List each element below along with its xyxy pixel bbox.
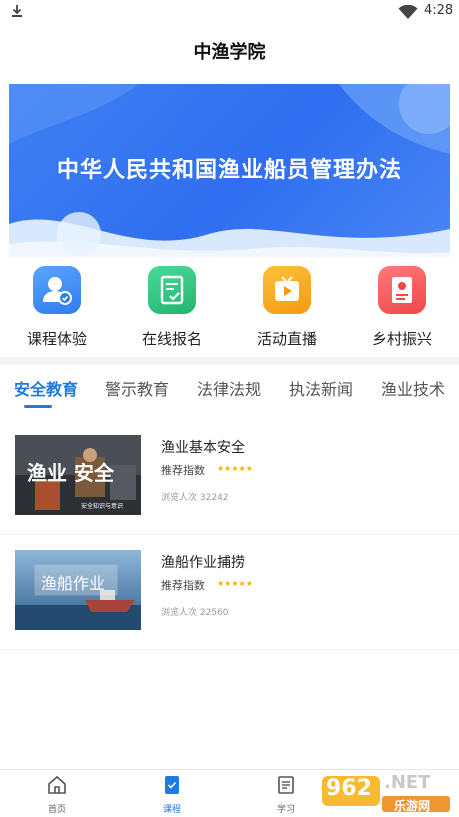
wifi-icon <box>398 5 418 19</box>
rating-stars: ★★★★★ <box>217 464 253 473</box>
course-title: 渔船作业捕捞 <box>161 555 245 571</box>
tab-laws[interactable]: 法律法规 <box>197 376 261 400</box>
thumbnail-text: 渔业 安全 <box>27 461 114 485</box>
tab-fishery-tech[interactable]: 渔业技术 <box>381 376 445 400</box>
banner-title: 中华人民共和国渔业船员管理办法 <box>56 158 402 183</box>
watermark-number: 962 <box>326 776 372 801</box>
home-icon <box>48 775 66 794</box>
tab-enforcement-news[interactable]: 执法新闻 <box>289 376 353 400</box>
site-watermark: 962 .NET 乐游网 <box>320 770 455 814</box>
thumbnail-text: 渔船作业 <box>41 574 106 593</box>
course-thumbnail: 渔船作业 <box>15 550 141 630</box>
download-icon <box>12 5 22 17</box>
quick-menu-label: 课程体验 <box>26 330 87 348</box>
thumbnail-caption: 安全知识与意识 <box>81 503 124 510</box>
quick-menu-label: 在线报名 <box>141 330 202 348</box>
quick-menu-label: 活动直播 <box>256 330 317 348</box>
rating-label: 推荐指数 <box>161 579 205 592</box>
active-tab-indicator <box>24 405 52 408</box>
tab-warning-education[interactable]: 警示教育 <box>105 376 169 400</box>
tv-play-icon <box>263 266 311 314</box>
course-thumbnail: 渔业 安全 安全知识与意识 <box>15 435 141 515</box>
watermark-suffix: .NET <box>384 772 431 793</box>
quick-menu-online-signup[interactable]: 在线报名 <box>122 266 222 349</box>
list-item[interactable]: 渔船作业 渔船作业捕捞 推荐指数 ★★★★★ 浏览人次 22560 <box>0 536 459 650</box>
form-check-icon <box>148 266 196 314</box>
rating-stars: ★★★★★ <box>217 579 253 588</box>
page-title: 中渔学院 <box>193 42 266 63</box>
nav-label: 课程 <box>162 805 181 815</box>
nav-course[interactable]: 课程 <box>142 774 202 815</box>
book-badge-icon <box>378 266 426 314</box>
user-badge-icon <box>33 266 81 314</box>
nav-label: 学习 <box>276 805 295 815</box>
rating-label: 推荐指数 <box>161 464 205 477</box>
quick-menu-rural[interactable]: 乡村振兴 <box>352 266 452 349</box>
quick-menu-label: 乡村振兴 <box>371 330 432 348</box>
view-count: 浏览人次 32242 <box>161 493 229 503</box>
study-icon <box>278 776 294 794</box>
view-count: 浏览人次 22560 <box>161 608 229 618</box>
quick-menu: 课程体验 在线报名 活动直播 乡村振兴 <box>0 262 459 357</box>
watermark-sub: 乐游网 <box>394 799 431 813</box>
status-bar: 4:28 <box>0 0 459 26</box>
section-divider <box>0 357 459 365</box>
list-item[interactable]: 渔业 安全 安全知识与意识 渔业基本安全 推荐指数 ★★★★★ 浏览人次 322… <box>0 421 459 535</box>
quick-menu-live[interactable]: 活动直播 <box>237 266 337 349</box>
tab-safety-education[interactable]: 安全教育 <box>14 376 78 400</box>
category-tabs: 安全教育 警示教育 法律法规 执法新闻 渔业技术 <box>0 365 459 409</box>
nav-label: 首页 <box>47 805 66 815</box>
course-title: 渔业基本安全 <box>161 440 245 456</box>
quick-menu-course-trial[interactable]: 课程体验 <box>7 266 107 349</box>
nav-study[interactable]: 学习 <box>256 774 316 815</box>
status-time: 4:28 <box>424 3 454 18</box>
course-icon <box>165 776 179 794</box>
nav-home[interactable]: 首页 <box>27 774 87 815</box>
